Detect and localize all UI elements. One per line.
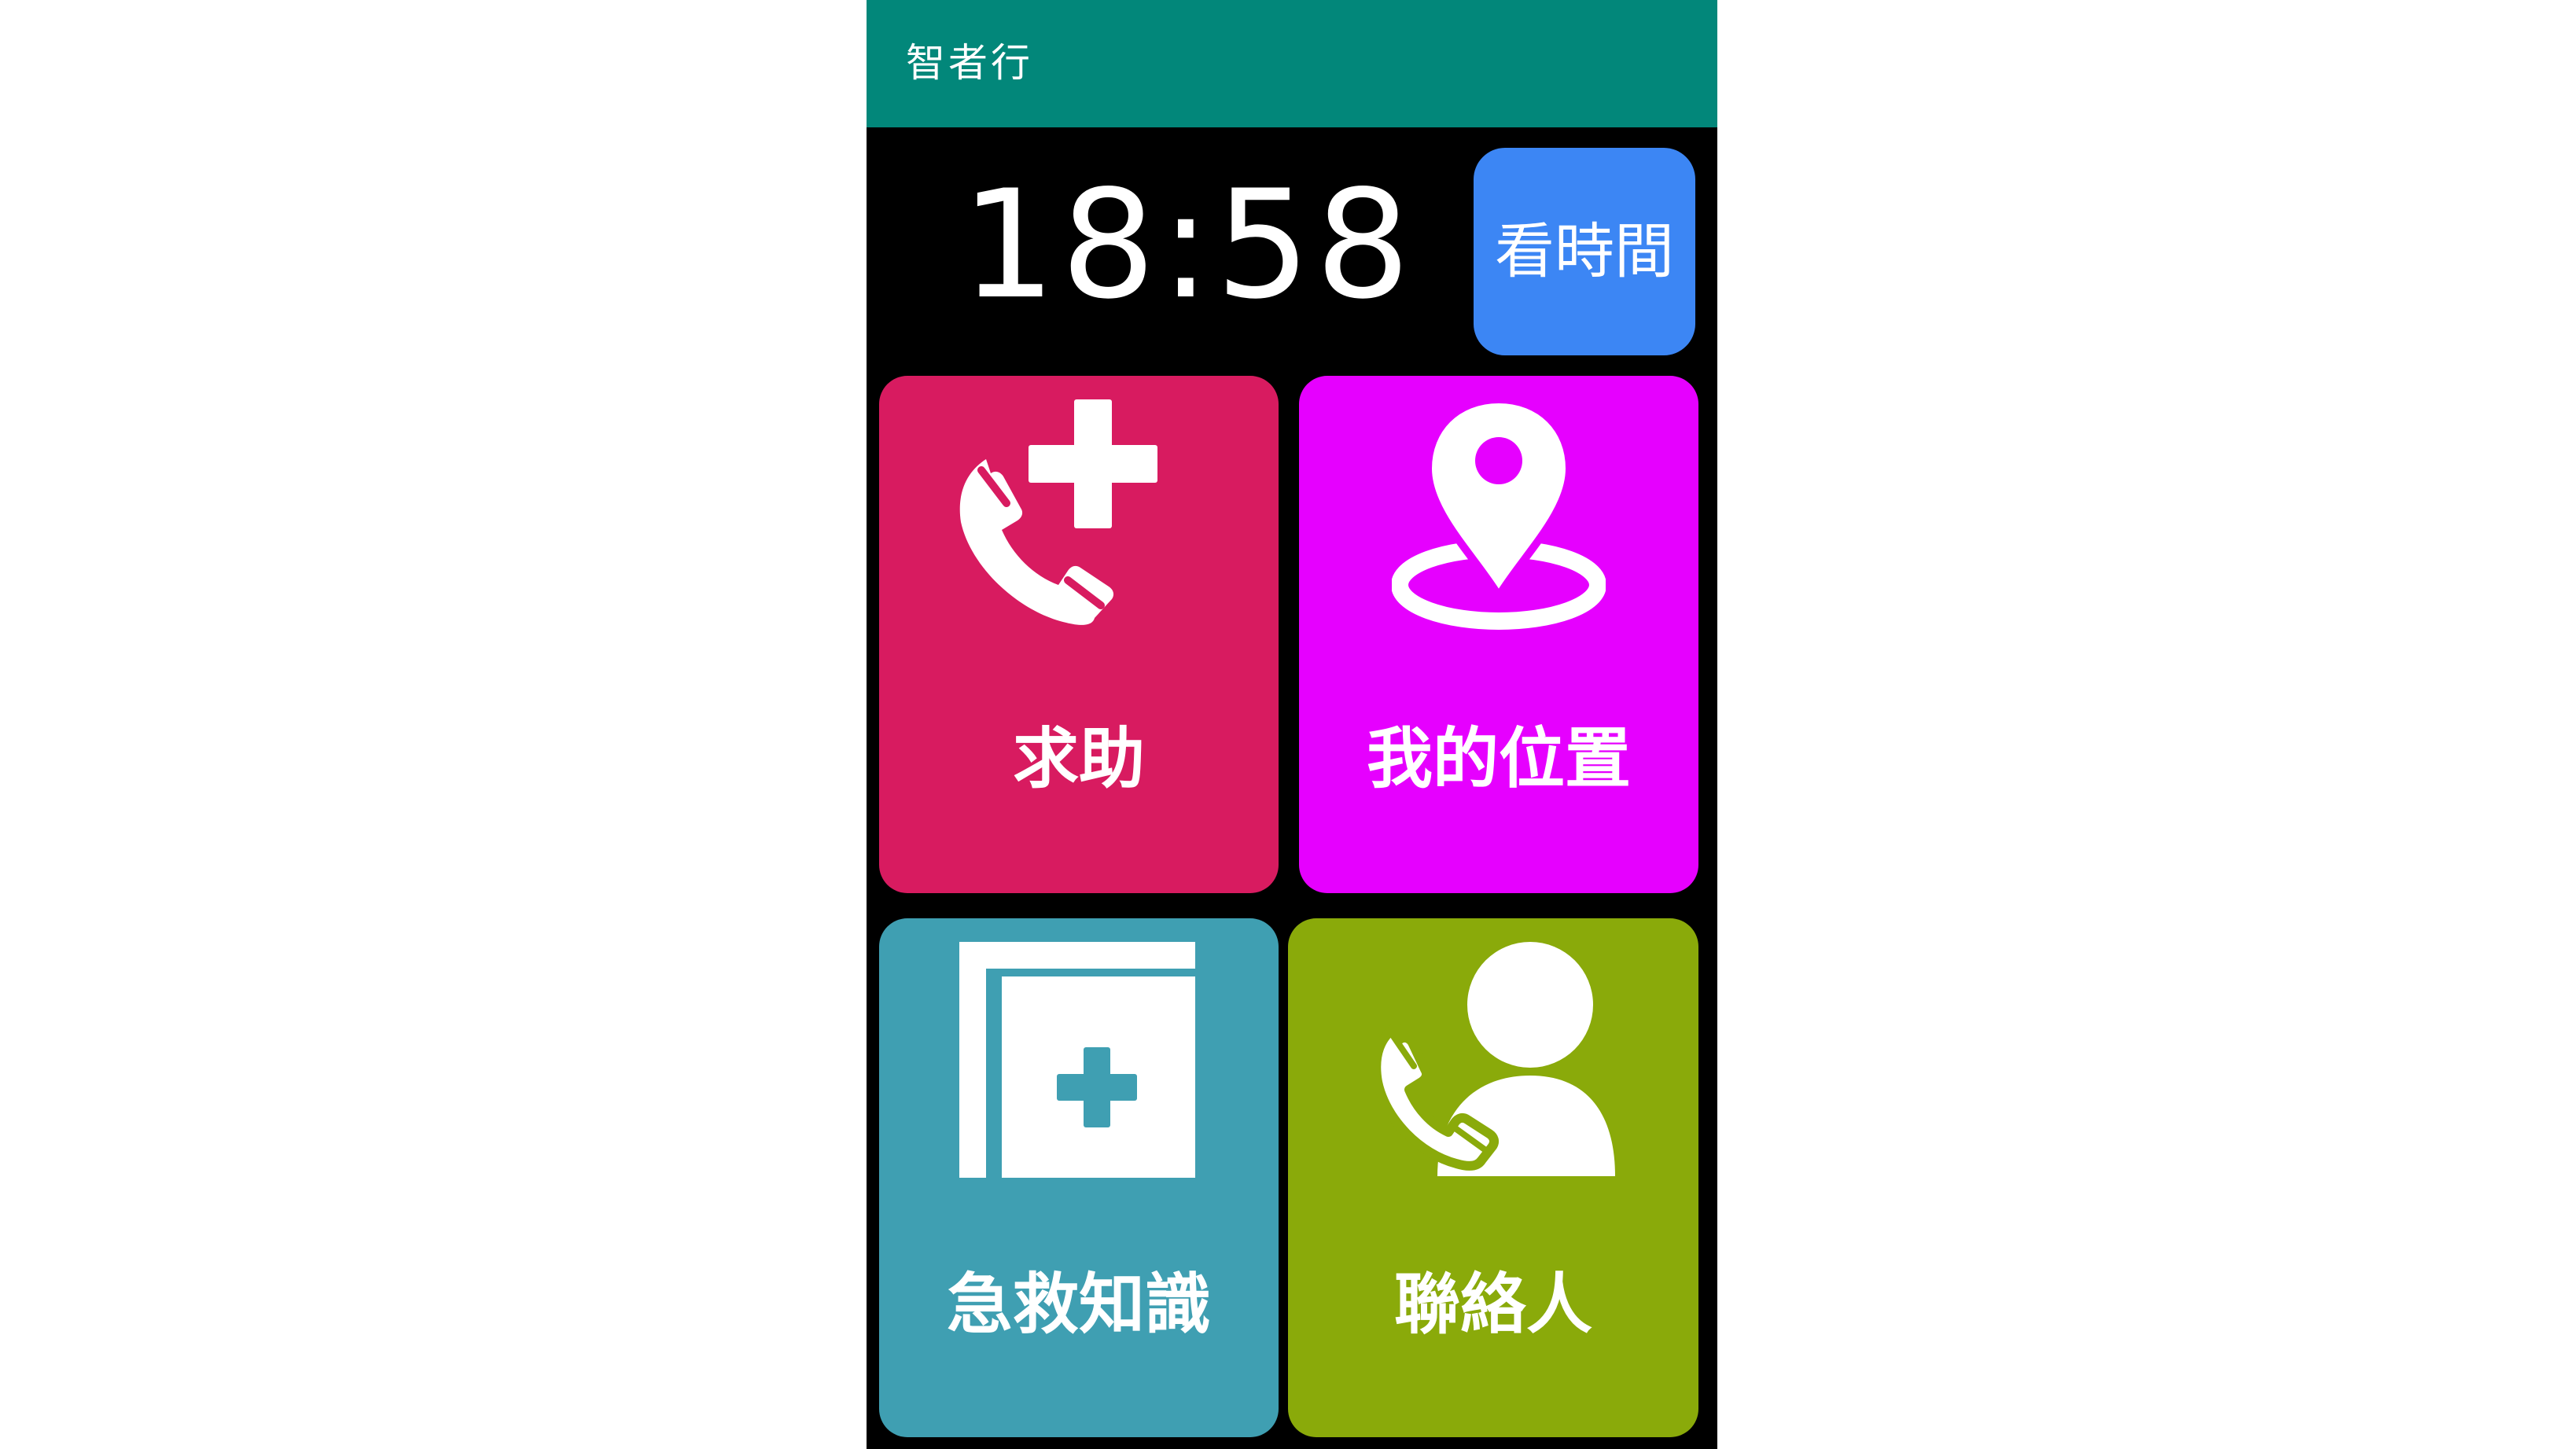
location-pin-icon xyxy=(1392,396,1606,630)
contacts-tile-label: 聯絡人 xyxy=(1393,1266,1592,1343)
contact-call-icon xyxy=(1373,942,1615,1176)
check-time-button[interactable]: 看時間 xyxy=(1474,148,1695,355)
first-aid-knowledge-tile[interactable]: 急救知識 xyxy=(879,918,1279,1437)
my-location-tile-label: 我的位置 xyxy=(1366,720,1631,797)
first-aid-knowledge-tile-label: 急救知識 xyxy=(946,1266,1211,1343)
first-aid-book-icon xyxy=(959,942,1195,1178)
app-screen: 智者行 18:58 看時間 求助 我的位置 急救知識 聯絡人 xyxy=(867,0,1717,1449)
app-title: 智者行 xyxy=(906,40,1033,86)
help-tile[interactable]: 求助 xyxy=(879,376,1279,893)
check-time-button-label: 看時間 xyxy=(1495,216,1674,286)
emergency-call-icon xyxy=(959,399,1157,625)
help-tile-label: 求助 xyxy=(1012,720,1145,797)
my-location-tile[interactable]: 我的位置 xyxy=(1299,376,1698,893)
contacts-tile[interactable]: 聯絡人 xyxy=(1288,918,1698,1437)
app-bar: 智者行 xyxy=(867,0,1717,127)
clock-display: 18:58 xyxy=(961,158,1415,332)
